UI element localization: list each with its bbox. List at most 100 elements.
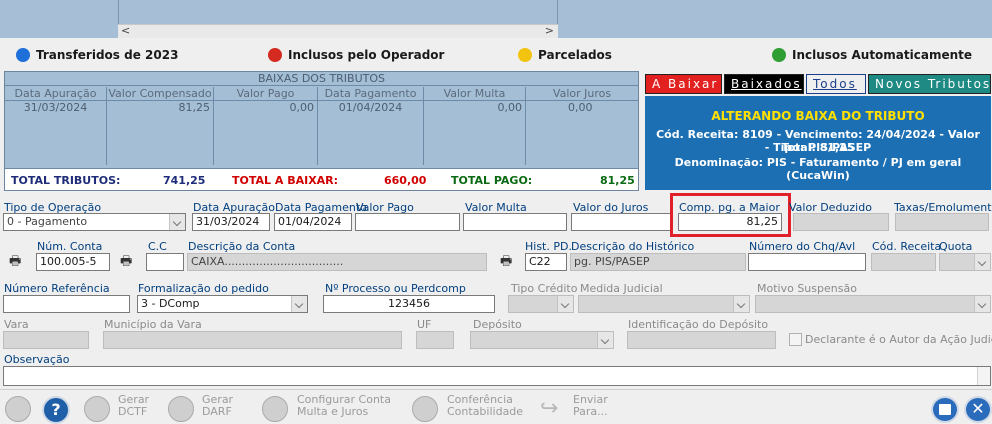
tipo-credito-label: Tipo Crédito — [511, 282, 578, 295]
ident-deposito-field — [627, 331, 776, 349]
observacao-field[interactable] — [3, 366, 991, 386]
num-chq-label: Número do Chq/Avl — [749, 240, 856, 253]
quota-label: Quota — [939, 240, 973, 253]
tab-novos-tributos[interactable]: Novos Tributos — [868, 74, 991, 94]
cod-receita-label: Cód. Receita — [872, 240, 942, 253]
motivo-select — [755, 295, 991, 313]
save-button[interactable] — [931, 396, 959, 423]
uf-field — [416, 331, 454, 349]
comp-maior-field[interactable]: 81,25 — [678, 213, 782, 231]
num-ref-field[interactable] — [3, 295, 130, 313]
vara-label: Vara — [4, 318, 29, 331]
floppy-icon — [939, 404, 951, 415]
info-panel: ALTERANDO BAIXA DO TRIBUTO Cód. Receita:… — [645, 96, 991, 190]
ident-deposito-label: Identificação do Depósito — [628, 318, 769, 331]
desc-conta-field: CAIXA.................................. — [187, 253, 487, 271]
chevron-down-icon — [291, 296, 307, 312]
scroll-right-icon[interactable]: > — [545, 24, 554, 37]
medida-select — [578, 295, 750, 313]
scanner-icon[interactable]: 🖶 — [500, 252, 516, 269]
declarante-label: Declarante é o Autor da Ação Judicial — [805, 333, 992, 346]
chevron-down-icon — [974, 254, 990, 270]
legend-inclusos-auto: Inclusos Automaticamente — [772, 47, 972, 62]
chevron-down-icon — [974, 296, 990, 312]
num-conta-field[interactable]: 100.005-5 — [36, 253, 110, 271]
municipio-field — [103, 331, 402, 349]
processo-label: Nº Processo ou Perdcomp — [325, 282, 466, 295]
close-button[interactable]: ✕ — [964, 396, 992, 423]
tipo-operacao-select[interactable]: 0 - Pagamento — [3, 213, 186, 231]
scroll-left-icon[interactable]: < — [121, 24, 130, 37]
desc-hist-field: pg. PIS/PASEP — [570, 253, 746, 271]
tab-todos[interactable]: Todos — [806, 74, 866, 94]
tipo-credito-select — [508, 295, 574, 313]
col-valor-juros: Valor Juros — [552, 87, 612, 100]
num-ref-label: Número Referência — [4, 282, 110, 295]
info-line2: - Tipo: PIS/PASEP — [764, 141, 872, 154]
taxas-field — [895, 213, 989, 231]
legend-parcelados: Parcelados — [518, 47, 612, 62]
darf-icon[interactable] — [168, 396, 194, 422]
valor-multa-field[interactable] — [463, 213, 567, 231]
quota-select — [939, 253, 991, 271]
info-line3: Denominação: PIS - Faturamento / PJ em g… — [674, 156, 962, 182]
configurar-button[interactable]: Configurar Conta Multa e Juros — [297, 394, 391, 418]
chevron-down-icon — [169, 214, 185, 230]
calculator-icon[interactable] — [262, 396, 288, 422]
formalizacao-select[interactable]: 3 - DComp — [137, 295, 308, 313]
blue-dot-icon — [16, 47, 30, 62]
desc-hist-label: Descrição do Histórico — [571, 240, 695, 253]
chevron-down-icon — [557, 296, 573, 312]
chevron-down-icon — [733, 296, 749, 312]
col-data-apuracao: Data Apuração — [5, 87, 107, 100]
cc-label: C.C — [148, 240, 167, 253]
valor-pago-field[interactable] — [355, 213, 460, 231]
col-valor-multa: Valor Multa — [424, 87, 526, 100]
yellow-dot-icon — [518, 47, 532, 62]
dctf-icon[interactable] — [84, 396, 110, 422]
cod-receita-field — [871, 253, 936, 271]
num-chq-field[interactable] — [748, 253, 866, 271]
deposito-label: Depósito — [473, 318, 522, 331]
baixas-row[interactable]: 31/03/2024 81,25 0,00 01/04/2024 0,00 0,… — [5, 101, 638, 165]
enviar-button[interactable]: Enviar Para... — [573, 394, 608, 418]
scanner-icon[interactable]: 🖶 — [120, 252, 136, 269]
baixas-title: BAIXAS DOS TRIBUTOS — [5, 72, 638, 86]
uf-label: UF — [417, 318, 432, 331]
num-conta-label: Núm. Conta — [37, 240, 103, 253]
data-apuracao-field[interactable]: 31/03/2024 — [192, 213, 270, 231]
col-valor-compensado: Valor Compensado — [107, 87, 214, 100]
gerar-darf-button[interactable]: Gerar DARF — [202, 394, 233, 418]
hist-pd-field[interactable]: C22 — [525, 253, 567, 271]
processo-field[interactable]: 123456 — [323, 295, 495, 313]
info-title: ALTERANDO BAIXA DO TRIBUTO — [711, 109, 925, 123]
legend-inclusos-operador: Inclusos pelo Operador — [268, 47, 444, 62]
tab-a-baixar[interactable]: A Baixar — [645, 74, 722, 94]
motivo-label: Motivo Suspensão — [757, 282, 857, 295]
gear-icon[interactable] — [5, 396, 31, 422]
desc-conta-label: Descrição da Conta — [188, 240, 296, 253]
arrow-icon[interactable]: ↪ — [540, 396, 558, 421]
observacao-scrollbar[interactable] — [977, 367, 990, 385]
vara-field — [3, 331, 89, 349]
green-dot-icon — [772, 47, 786, 62]
gerar-dctf-button[interactable]: Gerar DCTF — [118, 394, 149, 418]
chevron-down-icon — [597, 332, 613, 348]
valor-juros-field[interactable] — [571, 213, 671, 231]
scanner-icon[interactable]: 🖶 — [9, 252, 25, 269]
municipio-label: Município da Vara — [104, 318, 202, 331]
col-valor-pago: Valor Pago — [214, 87, 318, 100]
declarante-checkbox[interactable] — [789, 333, 802, 346]
cc-field[interactable] — [146, 253, 184, 271]
data-pagamento-field[interactable]: 01/04/2024 — [274, 213, 352, 231]
help-button[interactable]: ? — [42, 396, 70, 424]
red-dot-icon — [268, 47, 282, 62]
legend-transferidos: Transferidos de 2023 — [16, 47, 178, 62]
totals-bar: TOTAL TRIBUTOS: 741,25 TOTAL A BAIXAR: 6… — [5, 168, 638, 190]
tab-baixados[interactable]: Baixados — [724, 74, 804, 94]
hist-pd-label: Hist. PD. — [525, 240, 572, 253]
conferencia-button[interactable]: Conferência Contabilidade — [447, 394, 523, 418]
search-icon[interactable] — [412, 396, 438, 422]
horizontal-scrollbar[interactable]: < > — [118, 24, 558, 38]
deposito-select — [470, 331, 614, 349]
